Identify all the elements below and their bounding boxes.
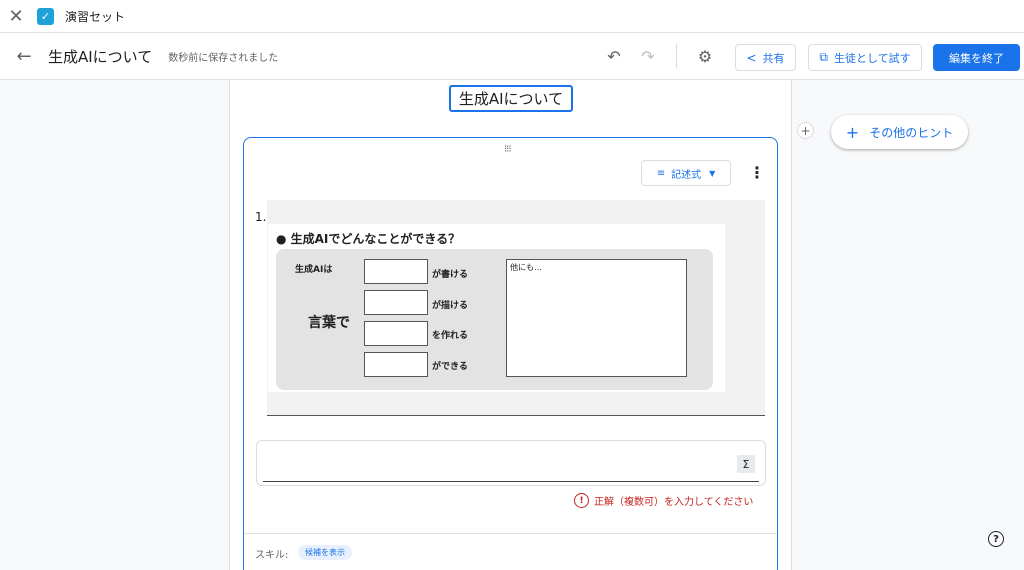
image-heading: ● 生成AIでどんなことができる？ [276, 232, 461, 246]
image-blank-box [364, 259, 428, 284]
image-blank-label: が書ける [432, 270, 469, 280]
answer-underline [263, 481, 759, 482]
add-item-plus-icon[interactable]: + [797, 122, 814, 139]
answer-error-message: ! 正解（複数可）を入力してください [574, 493, 753, 508]
drag-handle-icon[interactable]: ⁝⁝⁝ [504, 144, 511, 155]
image-blank-box [364, 321, 428, 346]
arrow-back-icon[interactable]: ← [0, 46, 48, 67]
question-type-label: 記述式 [671, 169, 702, 181]
question-image[interactable]: ● 生成AIでどんなことができる？ 生成AIは 言葉で が書ける が描ける を作… [267, 200, 765, 415]
image-other-box: 他にも… [506, 259, 687, 377]
question-number: 1. [255, 210, 267, 224]
editor-header: ← 生成AIについて 数秒前に保存されました ↶ ↷ ⚙ < 共有 ⧉ 生徒とし… [0, 32, 1024, 80]
share-button-label: 共有 [762, 51, 785, 65]
image-label-kotoba: 言葉で [308, 315, 350, 331]
help-icon[interactable]: ? [988, 531, 1004, 547]
open-in-new-icon: ⧉ [819, 50, 828, 64]
skill-label: スキル: [255, 550, 289, 561]
equation-button[interactable]: Σ [737, 455, 755, 473]
divider [676, 44, 677, 68]
image-blank-label: ができる [432, 362, 468, 372]
answer-input[interactable]: Σ [256, 440, 766, 486]
header-actions: ↶ ↷ ⚙ [600, 33, 719, 79]
image-label-ai: 生成AIは [295, 265, 333, 275]
doc-title: 生成AIについて [48, 47, 153, 66]
share-icon: < [746, 50, 757, 65]
image-panel: 生成AIは 言葉で が書ける が描ける を作れる ができる 他にも… [276, 249, 713, 390]
finish-edit-label: 編集を終了 [949, 51, 1004, 65]
editor-canvas: 生成AIについて ⁝⁝⁝ ≡ 記述式 ▼ ⋮ 1. ● 生成AIでどんなことがで… [229, 80, 792, 570]
image-blank-box [364, 290, 428, 315]
more-hints-button[interactable]: + その他のヒント [831, 115, 968, 149]
save-status: 数秒前に保存されました [168, 52, 279, 64]
undo-icon[interactable]: ↶ [600, 42, 628, 70]
redo-icon[interactable]: ↷ [634, 42, 662, 70]
question-text-underline [267, 415, 765, 416]
question-image-content: ● 生成AIでどんなことができる？ 生成AIは 言葉で が書ける が描ける を作… [268, 224, 725, 392]
main-area: 生成AIについて ⁝⁝⁝ ≡ 記述式 ▼ ⋮ 1. ● 生成AIでどんなことがで… [0, 80, 1024, 570]
chevron-down-icon: ▼ [709, 168, 716, 178]
question-type-select[interactable]: ≡ 記述式 ▼ [641, 160, 731, 186]
image-other-label: 他にも… [510, 263, 542, 272]
finish-edit-button[interactable]: 編集を終了 [933, 44, 1020, 71]
more-hints-label: その他のヒント [869, 125, 954, 140]
gear-icon[interactable]: ⚙ [691, 42, 719, 70]
plus-icon: + [845, 122, 860, 142]
more-vert-icon[interactable]: ⋮ [749, 163, 765, 182]
short-text-icon: ≡ [656, 167, 666, 179]
divider [244, 533, 776, 534]
share-button[interactable]: < 共有 [735, 44, 796, 71]
error-icon: ! [574, 493, 589, 508]
app-check-icon: ✓ [37, 7, 54, 25]
try-as-student-button[interactable]: ⧉ 生徒として試す [808, 44, 922, 71]
app-title: 演習セット [65, 9, 126, 24]
error-text: 正解（複数可）を入力してください [594, 497, 754, 508]
set-title-input[interactable]: 生成AIについて [449, 85, 573, 112]
top-bar: ✕ ✓ 演習セット [0, 0, 1024, 32]
image-blank-label: を作れる [432, 331, 469, 341]
try-as-student-label: 生徒として試す [833, 51, 911, 65]
skill-suggestion-chip[interactable]: 候補を表示 [298, 545, 352, 560]
image-blank-box [364, 352, 428, 377]
question-card[interactable]: ⁝⁝⁝ ≡ 記述式 ▼ ⋮ 1. ● 生成AIでどんなことができる？ 生成AIは… [243, 137, 778, 570]
close-icon[interactable]: ✕ [0, 0, 32, 32]
image-blank-label: が描ける [432, 301, 469, 311]
